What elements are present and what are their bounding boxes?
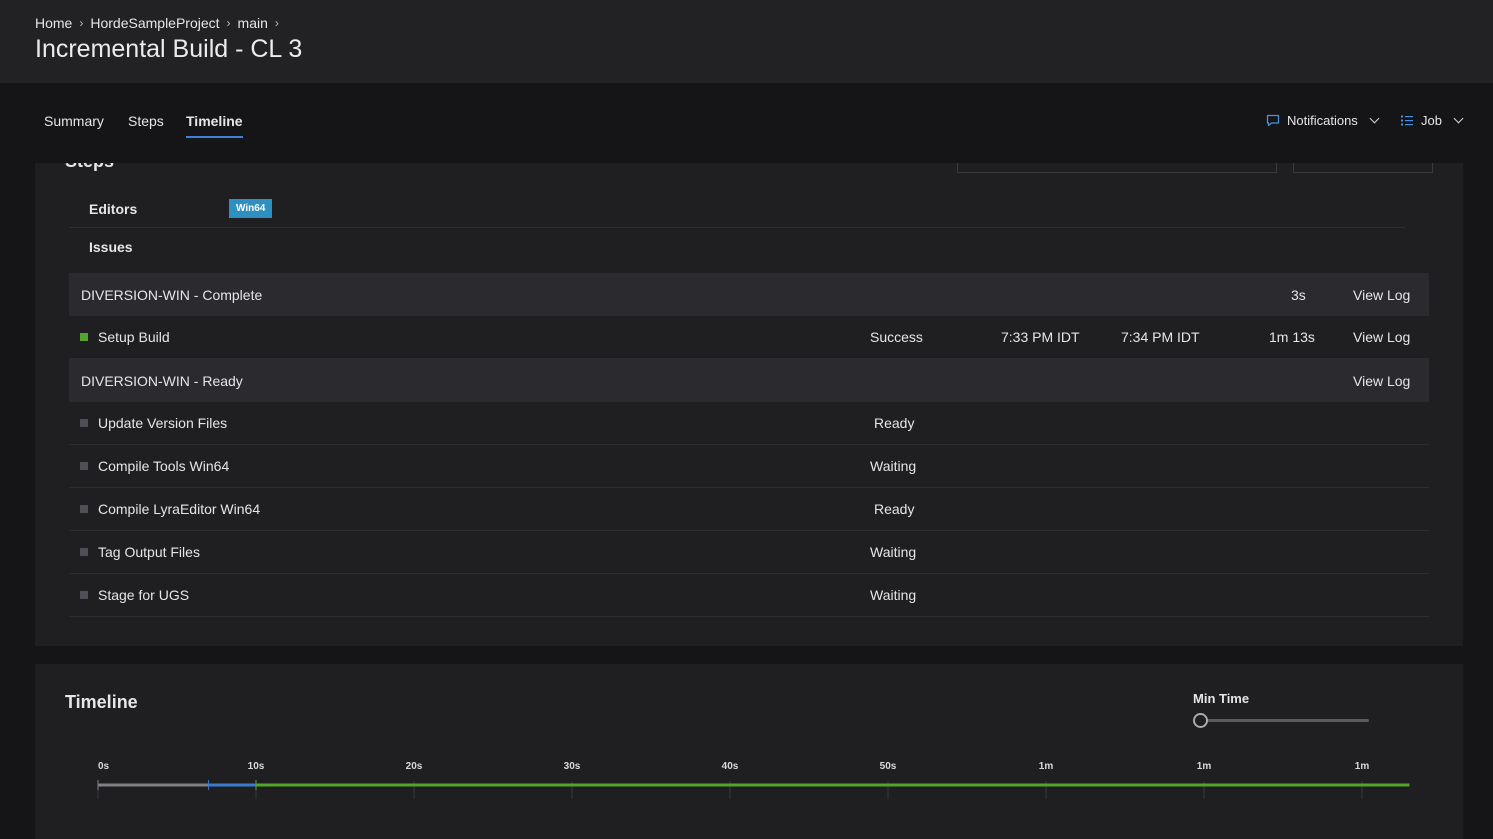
steps-heading: Steps xyxy=(65,163,114,172)
filter-box[interactable] xyxy=(1293,163,1433,173)
timeline-chart: 0s 10s 20s 30s 40s 50s 1m 1m 1m xyxy=(97,761,1410,799)
timeline-tick-label: 20s xyxy=(406,761,423,772)
pending-status-icon xyxy=(80,505,88,513)
step-duration: 1m 13s xyxy=(1269,329,1315,345)
step-name[interactable]: Tag Output Files xyxy=(98,544,200,560)
breadcrumb-home[interactable]: Home xyxy=(35,15,72,31)
step-row[interactable]: Update Version Files Ready xyxy=(69,402,1429,445)
timeline-segment[interactable] xyxy=(208,783,256,787)
min-time-slider[interactable] xyxy=(1201,719,1369,722)
timeline-segment[interactable] xyxy=(98,783,209,787)
editors-row: Editors Win64 xyxy=(69,190,1405,228)
timeline-tick-label: 10s xyxy=(248,761,265,772)
platform-badge: Win64 xyxy=(229,199,273,218)
timeline-tick-label: 50s xyxy=(880,761,897,772)
timeline-tick-label: 30s xyxy=(564,761,581,772)
min-time-label: Min Time xyxy=(1193,691,1250,706)
breadcrumb: Home › HordeSampleProject › main › xyxy=(35,15,286,31)
pending-status-icon xyxy=(80,462,88,470)
group-name: DIVERSION-WIN - Ready xyxy=(81,372,243,389)
timeline-title: Timeline xyxy=(65,692,138,712)
group-name: DIVERSION-WIN - Complete xyxy=(81,286,263,303)
step-start-time: 7:33 PM IDT xyxy=(1001,329,1080,345)
pending-status-icon xyxy=(80,591,88,599)
step-state: Ready xyxy=(874,501,915,517)
breadcrumb-separator: › xyxy=(226,16,231,30)
step-row[interactable]: Compile LyraEditor Win64 Ready xyxy=(69,488,1429,531)
timeline-segment[interactable] xyxy=(256,783,1410,787)
filter-box[interactable] xyxy=(957,163,1277,173)
editors-label: Editors xyxy=(89,200,138,217)
group-row[interactable]: DIVERSION-WIN - Ready View Log xyxy=(69,359,1429,402)
pending-status-icon xyxy=(80,419,88,427)
chevron-down-icon xyxy=(1453,113,1464,124)
step-name[interactable]: Update Version Files xyxy=(98,415,227,431)
group-row[interactable]: DIVERSION-WIN - Complete 3s View Log xyxy=(69,273,1429,316)
step-name[interactable]: Compile LyraEditor Win64 xyxy=(98,501,260,517)
tab-timeline[interactable]: Timeline xyxy=(186,113,243,138)
chat-icon xyxy=(1266,114,1280,127)
min-time-slider-thumb[interactable] xyxy=(1193,713,1208,728)
timeline-tick-label: 0s xyxy=(98,761,110,772)
step-state: Ready xyxy=(874,415,915,431)
step-state: Waiting xyxy=(870,587,917,603)
breadcrumb-project[interactable]: HordeSampleProject xyxy=(90,15,219,31)
step-row[interactable]: Compile Tools Win64 Waiting xyxy=(69,445,1429,488)
step-state: Success xyxy=(870,329,923,345)
step-row[interactable]: Setup Build Success 7:33 PM IDT 7:34 PM … xyxy=(69,316,1429,359)
view-log-link[interactable]: View Log xyxy=(1353,373,1410,389)
view-log-link[interactable]: View Log xyxy=(1353,287,1410,303)
chevron-down-icon xyxy=(1369,113,1380,124)
step-row[interactable]: Stage for UGS Waiting xyxy=(69,574,1429,617)
breadcrumb-stream[interactable]: main xyxy=(238,15,268,31)
breadcrumb-separator: › xyxy=(274,16,279,30)
issues-label: Issues xyxy=(89,239,133,255)
page-header: Home › HordeSampleProject › main › Incre… xyxy=(0,0,1493,83)
breadcrumb-separator: › xyxy=(79,16,84,30)
tab-steps[interactable]: Steps xyxy=(128,113,164,129)
timeline-tick-label: 40s xyxy=(722,761,739,772)
tab-summary[interactable]: Summary xyxy=(44,113,104,129)
tab-bar: Summary Steps Timeline Notifications Job xyxy=(0,83,1493,163)
step-name[interactable]: Setup Build xyxy=(98,329,170,345)
list-icon xyxy=(1401,115,1413,126)
timeline-tick-label: 1m xyxy=(1355,761,1370,772)
step-end-time: 7:34 PM IDT xyxy=(1121,329,1200,345)
issues-row: Issues xyxy=(69,228,1405,266)
timeline-panel: Timeline Min Time 0s 10s 20s 30s 40s 50s 1m 1m 1… xyxy=(35,664,1463,839)
timeline-tick-label: 1m xyxy=(1197,761,1212,772)
notifications-label: Notifications xyxy=(1287,113,1358,128)
notifications-menu[interactable]: Notifications xyxy=(1266,113,1380,128)
view-log-link[interactable]: View Log xyxy=(1353,329,1410,345)
step-duration: 3s xyxy=(1291,286,1306,303)
step-state: Waiting xyxy=(870,544,917,560)
success-status-icon xyxy=(80,333,88,341)
page-title: Incremental Build - CL 3 xyxy=(35,35,303,63)
pending-status-icon xyxy=(80,548,88,556)
steps-panel: Steps Editors Win64 Issues DIVERSION-WIN… xyxy=(35,163,1463,646)
step-name[interactable]: Compile Tools Win64 xyxy=(98,458,229,474)
step-row[interactable]: Tag Output Files Waiting xyxy=(69,531,1429,574)
step-state: Waiting xyxy=(870,458,917,474)
timeline-tick-label: 1m xyxy=(1039,761,1054,772)
job-label: Job xyxy=(1421,113,1442,128)
step-name[interactable]: Stage for UGS xyxy=(98,587,189,603)
job-menu[interactable]: Job xyxy=(1400,113,1464,128)
